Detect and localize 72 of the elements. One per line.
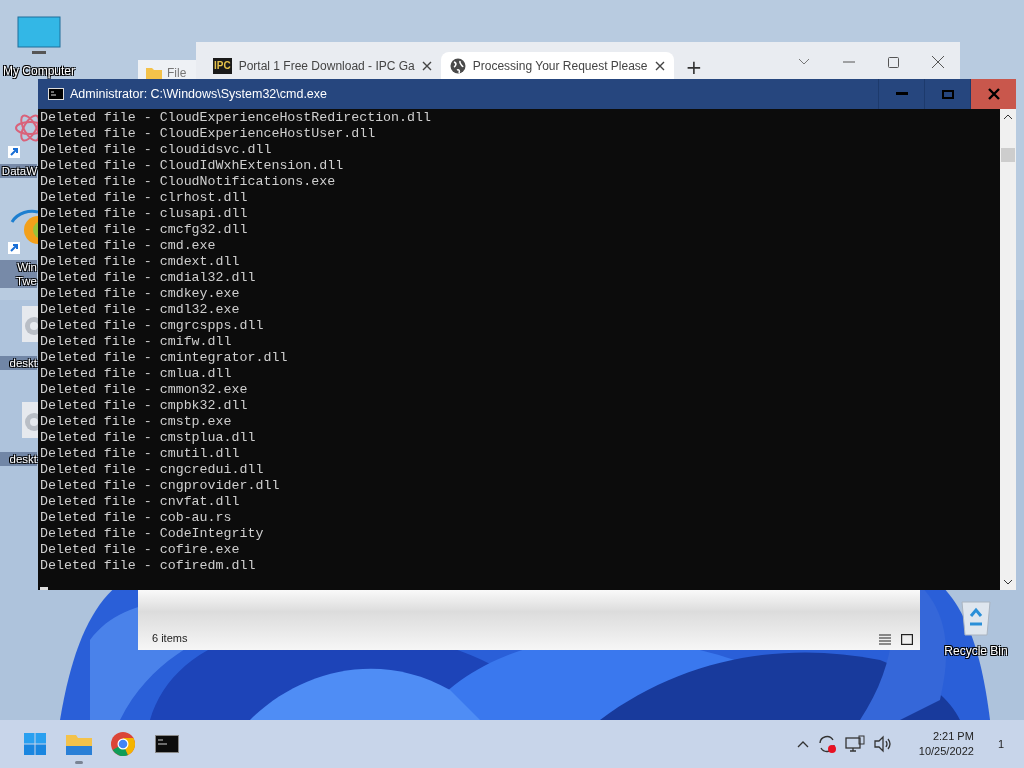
volume-icon[interactable] <box>872 735 893 753</box>
console-line: Deleted file - cnvfat.dll <box>40 494 241 510</box>
console-line: Deleted file - cmcfg32.dll <box>40 222 249 238</box>
explorer-tab[interactable]: File <box>138 60 196 79</box>
minimize-icon <box>895 92 908 96</box>
close-button[interactable] <box>970 79 1016 109</box>
network-icon[interactable] <box>844 735 865 753</box>
shortcut-arrow-icon <box>8 242 20 254</box>
browser-tab[interactable]: Processing Your Request Please <box>440 52 674 79</box>
console-line: Deleted file - cmdkey.exe <box>40 286 241 302</box>
desktop-icon-label[interactable]: deskt <box>0 452 37 466</box>
scrollbar[interactable] <box>1000 109 1016 590</box>
console-line: Deleted file - clusapi.dll <box>40 206 249 222</box>
console-line: Deleted file - cmdial32.dll <box>40 270 257 286</box>
scroll-down-icon[interactable] <box>1003 579 1013 585</box>
folder-icon[interactable] <box>66 733 92 755</box>
console-line: Deleted file - cmpbk32.dll <box>40 398 249 414</box>
console-line: Deleted file - CloudIdWxhExtension.dll <box>40 158 345 174</box>
console-line: Deleted file - CloudNotifications.exe <box>40 174 337 190</box>
running-indicator <box>75 761 83 764</box>
console-line: Deleted file - CloudExperienceHostUser.dll <box>40 126 377 142</box>
maximize-icon <box>941 89 954 99</box>
scrollbar-thumb[interactable] <box>1001 148 1015 162</box>
terminal-icon[interactable] <box>155 735 179 753</box>
globe-icon <box>449 57 466 74</box>
console-line: Deleted file - cmifw.dll <box>40 334 233 350</box>
close-icon[interactable] <box>654 60 665 71</box>
console-line: Deleted file - cngprovider.dll <box>40 478 281 494</box>
console-line: Deleted file - cmlua.dll <box>40 366 233 382</box>
console-line: Deleted file - cmstp.exe <box>40 414 233 430</box>
console-line: Deleted file - cob-au.rs <box>40 510 233 526</box>
console-line: Deleted file - cofire.exe <box>40 542 241 558</box>
console-line: Deleted file - cmdext.dll <box>40 254 241 270</box>
desktop-icon-label[interactable]: Win Twe <box>0 260 37 288</box>
console-line: Deleted file - cofiredm.dll <box>40 558 257 574</box>
chrome-icon[interactable] <box>111 732 135 756</box>
new-tab-button[interactable]: + <box>685 55 703 79</box>
shortcut-arrow-icon <box>8 146 20 158</box>
tiles-view-icon[interactable] <box>901 634 913 645</box>
chevron-up-icon[interactable] <box>796 740 809 748</box>
windows-start-icon[interactable] <box>24 733 46 755</box>
console-line: Deleted file - cmgrcspps.dll <box>40 318 265 334</box>
maximize-icon[interactable] <box>888 56 899 68</box>
details-view-icon[interactable] <box>879 634 891 645</box>
console-line: Deleted file - cngcredui.dll <box>40 462 265 478</box>
sync-icon[interactable] <box>816 734 837 754</box>
close-icon[interactable] <box>932 56 944 68</box>
close-icon[interactable] <box>421 60 432 71</box>
console-line: Deleted file - cmintegrator.dll <box>40 350 289 366</box>
desktop-icon-label[interactable]: deskt <box>0 356 37 370</box>
console-line: Deleted file - cmutil.dll <box>40 446 241 462</box>
chevron-down-icon[interactable] <box>798 58 810 66</box>
scroll-up-icon[interactable] <box>1003 114 1013 120</box>
status-text: 6 items <box>152 632 188 644</box>
console-line: Deleted file - cmstplua.dll <box>40 430 257 446</box>
console-line: Deleted file - clrhost.dll <box>40 190 249 206</box>
desktop-icon-label[interactable]: DataW <box>0 164 37 178</box>
console-line: Deleted file - CodeIntegrity <box>40 526 265 542</box>
console-line: Deleted file - cmmon32.exe <box>40 382 249 398</box>
recycle-bin-icon[interactable] <box>959 598 993 636</box>
site-logo: IPC <box>213 57 232 74</box>
clock[interactable]: 2:21 PM 10/25/2022 <box>918 729 974 759</box>
console-line: Deleted file - CloudExperienceHostRedirection.dll <box>40 110 432 126</box>
monitor-icon[interactable] <box>17 16 61 56</box>
text-cursor <box>40 587 48 590</box>
console-line: Deleted file - cmd.exe <box>40 238 217 254</box>
terminal-icon <box>48 88 64 100</box>
close-icon <box>987 88 1000 100</box>
notification-count[interactable]: 1 <box>997 738 1004 750</box>
console-line: Deleted file - cmdl32.exe <box>40 302 241 318</box>
console-line: Deleted file - cloudidsvc.dll <box>40 142 273 158</box>
window-title: Administrator: C:\Windows\System32\cmd.exe <box>70 87 328 101</box>
